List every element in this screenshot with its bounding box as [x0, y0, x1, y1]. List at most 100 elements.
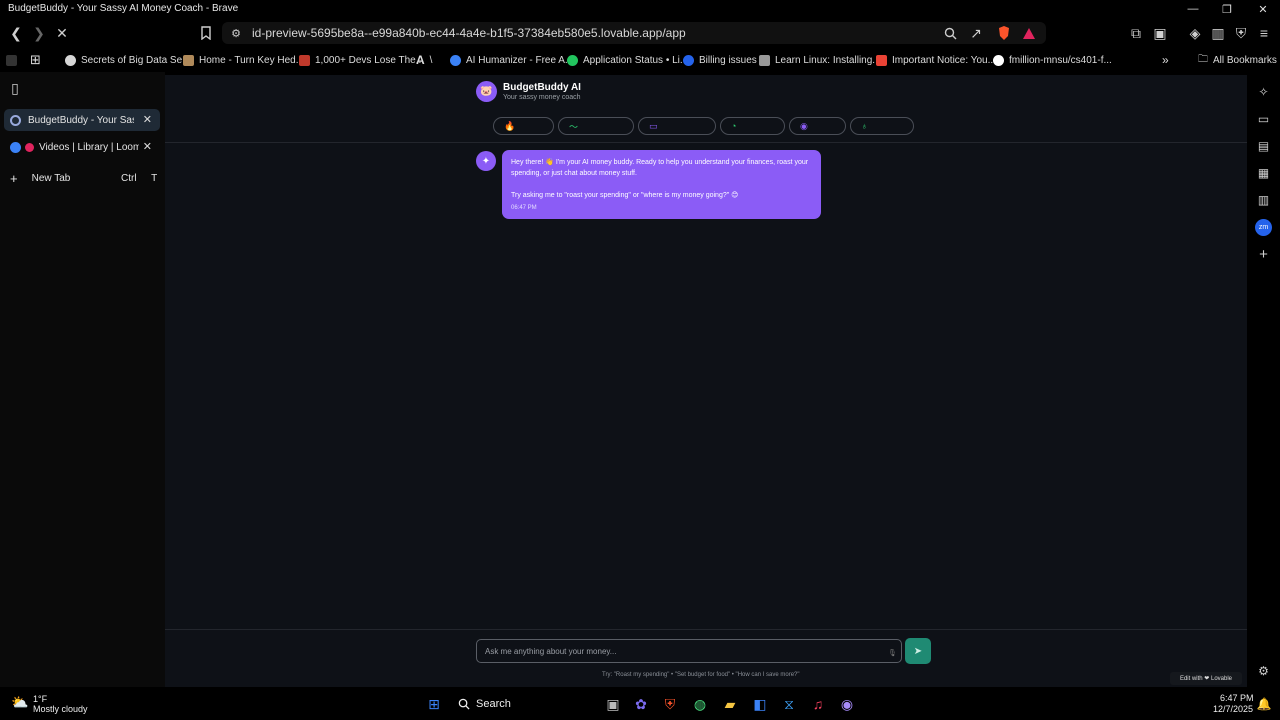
chip-goals[interactable]: ◉ [789, 117, 846, 135]
apps-grid-icon[interactable]: ⊞ [30, 52, 41, 68]
windows-start-icon[interactable]: ⊞ [424, 694, 444, 714]
site-settings-icon[interactable]: ⚙ [226, 23, 246, 43]
tab-favicon-icon [10, 114, 21, 126]
clock-date[interactable]: 12/7/2025 [1213, 704, 1253, 714]
more-bookmarks-icon[interactable]: » [1162, 52, 1169, 68]
bookmark-item[interactable]: Application Status • Li... [567, 52, 688, 68]
message-text: Hey there! 👋 I'm your AI money buddy. Re… [511, 159, 809, 177]
chip-roast[interactable]: 🔥 [493, 117, 554, 135]
sidebar-panel-icon[interactable]: ▯ [5, 78, 25, 98]
reading-list-icon[interactable]: ▤ [1255, 137, 1272, 154]
weather-condition[interactable]: Mostly cloudy [33, 704, 88, 714]
bookmark-apps-icon[interactable] [6, 52, 17, 68]
bookmark-item[interactable]: A \ [416, 52, 432, 68]
chrome-icon[interactable]: ◍ [690, 694, 710, 714]
github-icon [993, 54, 1004, 66]
suggestion-hint: Try: "Roast my spending" • "Set budget f… [602, 672, 800, 678]
edit-with-lovable-badge[interactable]: Edit with ❤ Lovable [1170, 672, 1242, 685]
bookmark-item[interactable]: fmillion-mnsu/cs401-f... [993, 52, 1112, 68]
bookmark-item[interactable]: 1,000+ Devs Lose The... [299, 52, 424, 68]
search-icon [458, 698, 470, 710]
plus-icon: + [10, 170, 18, 186]
close-tab-icon[interactable]: ✕ [143, 113, 152, 126]
card-icon: ▭ [649, 120, 658, 131]
bookmarks-bar: ⊞ Secrets of Big Data Se... Home - Turn … [0, 48, 1280, 72]
music-icon[interactable]: ♫ [808, 694, 828, 714]
chat-input[interactable] [476, 639, 902, 663]
window-title: BudgetBuddy - Your Sassy AI Money Coach … [8, 3, 239, 14]
flame-icon: 🔥 [504, 120, 516, 131]
new-tab-button[interactable]: + New Tab Ctrl T [4, 167, 160, 189]
leo-ai-icon[interactable]: ◈ [1185, 23, 1205, 43]
sidebar-toggle-icon[interactable]: ▥ [1208, 23, 1228, 43]
notification-icon[interactable]: 🔔 [1254, 694, 1274, 714]
brave-taskbar-icon[interactable]: ⛨ [660, 694, 680, 714]
bookmark-item[interactable]: Learn Linux: Installing... [759, 52, 881, 68]
trend-icon: 〜 [569, 121, 579, 132]
github-desktop-icon[interactable]: ◉ [837, 694, 857, 714]
bookmark-item[interactable]: Secrets of Big Data Se... [65, 52, 191, 68]
brand-name: BudgetBuddy AI [503, 82, 581, 93]
screenshot-icon[interactable]: ▣ [1150, 23, 1170, 43]
send-button[interactable]: ➤ [905, 638, 931, 664]
reload-stop-button[interactable]: ✕ [52, 23, 72, 43]
chip-savings[interactable]: ◔ [720, 117, 785, 135]
weather-icon[interactable]: ⛅ [10, 692, 30, 712]
add-panel-icon[interactable]: + [1255, 246, 1272, 263]
brave-rewards-icon[interactable] [1019, 23, 1039, 43]
address-bar[interactable]: ⚙ id-preview-5695be8a--e99a840b-ec44-4a4… [222, 22, 1046, 44]
history-icon[interactable]: ▥ [1255, 191, 1272, 208]
task-view-icon[interactable]: ▣ [603, 694, 623, 714]
tab-loom[interactable]: Videos | Library | Loom ✕ [4, 136, 160, 158]
bookmark-item[interactable]: Important Notice: You... [876, 52, 996, 68]
weather-temp[interactable]: 1°F [33, 694, 47, 704]
all-bookmarks[interactable]: 🗀 All Bookmarks [1198, 52, 1277, 68]
right-sidebar: ✧ ▭ ▤ ▦ ▥ zm + ⚙ [1247, 72, 1280, 687]
chip-tips[interactable]: ♁ [850, 117, 914, 135]
settings-gear-icon[interactable]: ⚙ [1255, 662, 1272, 679]
search-icon[interactable] [940, 23, 960, 43]
back-button[interactable]: ❮ [6, 23, 26, 43]
tab-label: BudgetBuddy - Your Sassy AI [28, 114, 134, 126]
wallet-icon[interactable]: ▭ [1255, 110, 1272, 127]
extensions-icon[interactable]: ⧉ [1126, 23, 1146, 43]
close-tab-icon[interactable]: ✕ [143, 140, 152, 153]
leo-icon[interactable]: ✧ [1255, 83, 1272, 100]
url-text[interactable]: id-preview-5695be8a--e99a840b-ec44-4a4e-… [252, 26, 686, 40]
site-icon [450, 54, 461, 66]
mic-icon[interactable]: 🎙 [888, 649, 897, 657]
bot-avatar-icon: ✦ [476, 151, 496, 171]
zoom-icon[interactable]: zm [1255, 219, 1272, 236]
forward-button[interactable]: ❯ [29, 23, 49, 43]
clock-time[interactable]: 6:47 PM [1220, 693, 1254, 703]
bookmark-item[interactable]: AI Humanizer - Free A... [450, 52, 573, 68]
message-time: 06:47 PM [511, 205, 537, 211]
globe-icon [65, 54, 76, 66]
chip-spending[interactable]: ▭ [638, 117, 716, 135]
vscode-icon[interactable]: ⧖ [779, 694, 799, 714]
new-tab-shortcut: Ctrl T [121, 172, 158, 184]
brave-shields-icon[interactable] [994, 23, 1014, 43]
vpn-icon[interactable]: ⛨ [1231, 23, 1251, 43]
tab-budgetbuddy[interactable]: BudgetBuddy - Your Sassy AI ✕ [4, 109, 160, 131]
bookmark-icon[interactable] [196, 23, 216, 43]
bookmark-item[interactable]: Billing issues [683, 52, 757, 68]
file-explorer-icon[interactable]: ▰ [720, 694, 740, 714]
chat-input-area: 🎙 ➤ Try: "Roast my spending" • "Set budg… [165, 629, 1247, 687]
loom-icon [25, 142, 34, 152]
share-icon[interactable]: ↗ [966, 23, 986, 43]
close-window-button[interactable]: ✕ [1246, 0, 1280, 18]
chip-trends[interactable]: 〜 [558, 117, 634, 135]
minimize-button[interactable]: — [1176, 0, 1210, 18]
menu-icon[interactable]: ≡ [1254, 23, 1274, 43]
teams-icon[interactable]: ✿ [631, 694, 651, 714]
taskbar-search[interactable]: Search [450, 692, 550, 716]
app-header: 🐷 BudgetBuddy AI Your sassy money coach … [165, 75, 1247, 143]
taskbar: ⛅ 1°F Mostly cloudy ⊞ Search ▣ ✿ ⛨ ◍ ▰ ◧… [0, 687, 1280, 720]
assistant-message: Hey there! 👋 I'm your AI money buddy. Re… [502, 150, 821, 219]
target-icon: ◉ [800, 120, 808, 131]
bookmarks-panel-icon[interactable]: ▦ [1255, 164, 1272, 181]
maximize-button[interactable]: ❐ [1210, 0, 1244, 18]
bookmark-item[interactable]: Home - Turn Key Hed... [183, 52, 304, 68]
outlook-icon[interactable]: ◧ [750, 694, 770, 714]
